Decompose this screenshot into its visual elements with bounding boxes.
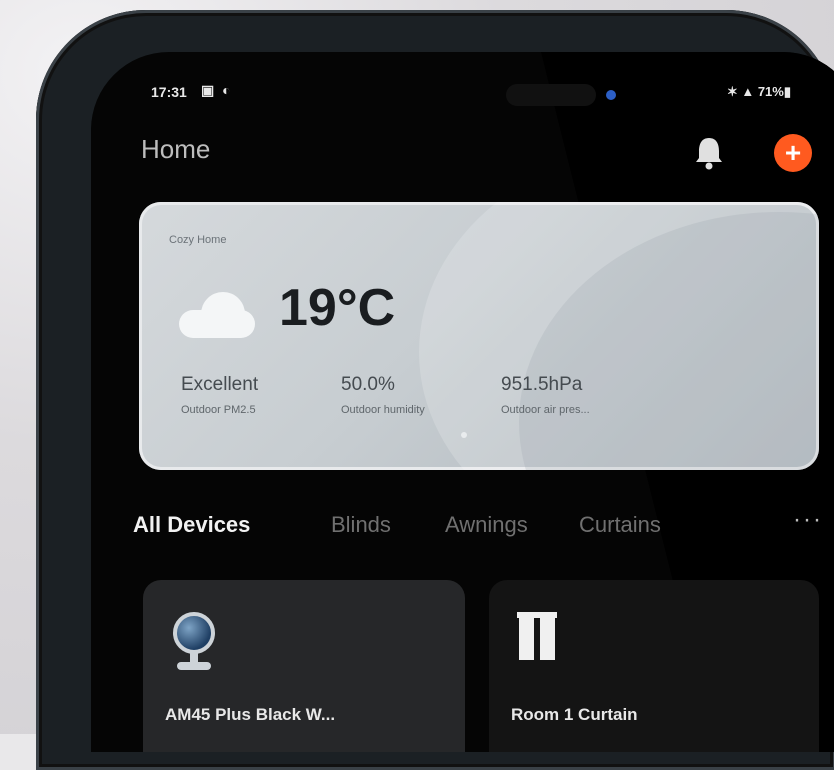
device-card[interactable]: Room 1 Curtain bbox=[489, 580, 819, 752]
phone-screen: 17:31 ▣ ◐ ✶ ▲ 71%▮ Home + Cozy Home 19°C bbox=[91, 52, 834, 752]
status-battery-signal: ✶ ▲ 71%▮ bbox=[726, 84, 791, 99]
metric-value: 951.5hPa bbox=[501, 374, 583, 395]
add-button[interactable]: + bbox=[774, 134, 812, 172]
metric-value: Excellent bbox=[181, 374, 259, 395]
phone-frame: 17:31 ▣ ◐ ✶ ▲ 71%▮ Home + Cozy Home 19°C bbox=[36, 10, 834, 770]
device-card[interactable]: AM45 Plus Black W... bbox=[143, 580, 465, 752]
tab-curtains[interactable]: Curtains bbox=[579, 512, 661, 538]
status-bar: 17:31 ▣ ◐ ✶ ▲ 71%▮ bbox=[151, 80, 791, 110]
status-time: 17:31 bbox=[151, 84, 187, 100]
tab-all-devices[interactable]: All Devices bbox=[133, 512, 250, 538]
carousel-indicator bbox=[461, 432, 467, 438]
temperature: 19°C bbox=[279, 279, 396, 337]
tab-blinds[interactable]: Blinds bbox=[331, 512, 391, 538]
weather-location: Cozy Home bbox=[169, 234, 227, 246]
status-notification-icons: ▣ ◐ bbox=[201, 82, 233, 98]
page-title[interactable]: Home bbox=[141, 134, 210, 165]
cloud-icon bbox=[179, 292, 255, 338]
tab-awnings[interactable]: Awnings bbox=[445, 512, 528, 538]
metric-label: Outdoor air pres... bbox=[501, 404, 590, 416]
device-tabs: All Devices Blinds Awnings Curtains ··· bbox=[133, 506, 823, 552]
device-name: AM45 Plus Black W... bbox=[165, 705, 336, 724]
weather-card[interactable]: Cozy Home 19°C Excellent Outdoor PM2.5 5… bbox=[139, 202, 819, 470]
camera-cutout bbox=[506, 84, 596, 106]
device-name: Room 1 Curtain bbox=[511, 705, 638, 724]
metric-humidity: 50.0% Outdoor humidity bbox=[341, 374, 425, 416]
metric-value: 50.0% bbox=[341, 374, 395, 395]
camera-lens bbox=[606, 90, 616, 100]
metric-pressure: 951.5hPa Outdoor air pres... bbox=[501, 374, 590, 416]
more-tabs-button[interactable]: ··· bbox=[793, 506, 823, 534]
metric-label: Outdoor humidity bbox=[341, 404, 425, 416]
metric-label: Outdoor PM2.5 bbox=[181, 404, 256, 416]
bell-icon[interactable] bbox=[689, 135, 729, 175]
metric-pm25: Excellent Outdoor PM2.5 bbox=[181, 374, 258, 416]
